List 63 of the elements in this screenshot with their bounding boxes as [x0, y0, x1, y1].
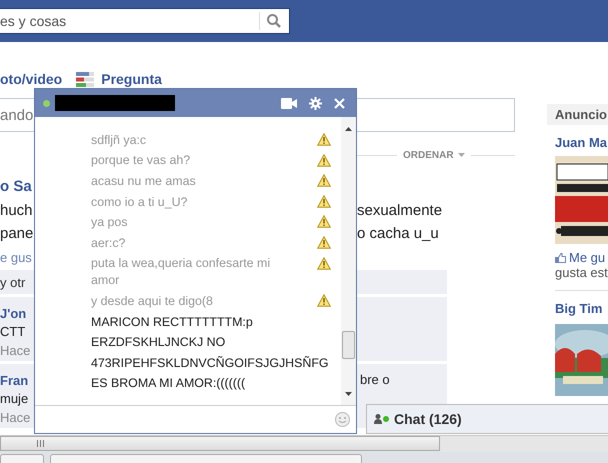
grip-icon: [37, 440, 44, 447]
post-text: o cacha u_u: [357, 225, 439, 242]
close-icon[interactable]: [334, 98, 345, 108]
composer-tab[interactable]: oto/video: [0, 71, 62, 87]
warning-icon: [317, 294, 331, 308]
comment-text: CTT: [0, 323, 26, 341]
scroll-down-icon[interactable]: [345, 392, 352, 396]
warning-icon: [317, 133, 331, 146]
like-link[interactable]: e gus: [0, 250, 36, 265]
chat-scrollbar[interactable]: [341, 117, 356, 405]
browser-tab[interactable]: [0, 454, 44, 463]
warning-icon: [317, 256, 331, 270]
scrollbar-thumb[interactable]: [342, 331, 355, 359]
chat-bar[interactable]: Chat (126): [366, 404, 608, 434]
like-link[interactable]: Me gu: [569, 250, 606, 265]
chat-message: MARICON RECTTTTTTTM:p: [91, 314, 253, 331]
post-text: huch: [0, 202, 34, 219]
comment-text: bre o: [360, 372, 390, 387]
chat-message: aer:c?: [91, 234, 126, 252]
chat-message: 473RIPEHFSKLDNVCÑGOIFSJGJHSÑFG: [91, 354, 329, 372]
browser-tab[interactable]: [50, 454, 362, 463]
scrollbar-thumb[interactable]: [0, 436, 440, 451]
chat-message: acasu nu me amas: [91, 172, 196, 190]
scroll-up-icon[interactable]: [345, 127, 352, 131]
video-call-icon[interactable]: [281, 98, 297, 108]
horizontal-scrollbar[interactable]: [0, 435, 608, 452]
thumbs-up-icon[interactable]: [555, 252, 566, 262]
ad-title[interactable]: Big Tim: [555, 301, 608, 316]
warning-icon: [317, 174, 331, 188]
chat-message: como io a ti u_U?: [91, 194, 188, 211]
chat-message: ES BROMA MI AMOR:(((((((: [91, 375, 246, 392]
likes-text: y otr: [0, 274, 26, 290]
chat-bar-label[interactable]: Chat (126): [394, 411, 462, 427]
chat-message: ya pos: [91, 214, 128, 232]
settings-icon[interactable]: [309, 96, 322, 110]
composer-tab[interactable]: Pregunta: [101, 71, 162, 87]
ads-title: Anuncio: [555, 107, 607, 122]
author-name[interactable]: o Sa: [0, 178, 36, 195]
warning-icon: [317, 236, 331, 249]
warning-icon: [317, 215, 331, 228]
comment-text: muje: [0, 390, 30, 408]
sort-menu[interactable]: ORDENAR: [403, 150, 465, 160]
chat-message: y desde aqui te digo(8: [91, 292, 213, 310]
comment-time: Hace: [0, 409, 32, 427]
caret-icon: [458, 153, 465, 157]
ad-note: gusta est: [555, 265, 608, 280]
search-icon[interactable]: [266, 13, 282, 29]
commenter-name[interactable]: J'on: [0, 305, 36, 323]
smiley-icon[interactable]: [335, 412, 350, 427]
post-text: pane: [0, 225, 34, 242]
comment-time: Hace: [0, 342, 32, 360]
chat-message: porque te vas ah?: [91, 152, 190, 170]
poll-icon[interactable]: [76, 72, 94, 86]
warning-icon: [317, 154, 331, 167]
commenter-name[interactable]: Fran: [0, 372, 36, 390]
friends-online-icon: [374, 414, 390, 424]
chat-message: sdfljñ ya:c: [91, 132, 146, 149]
ad-title[interactable]: Juan Ma: [555, 135, 608, 150]
search-field[interactable]: es y cosas: [0, 8, 290, 34]
chat-header[interactable]: [35, 89, 356, 117]
post-text: sexualmente: [357, 202, 442, 219]
warning-icon: [317, 194, 331, 208]
chat-message: ERZDFSKHLJNCKJ NO: [91, 334, 226, 352]
